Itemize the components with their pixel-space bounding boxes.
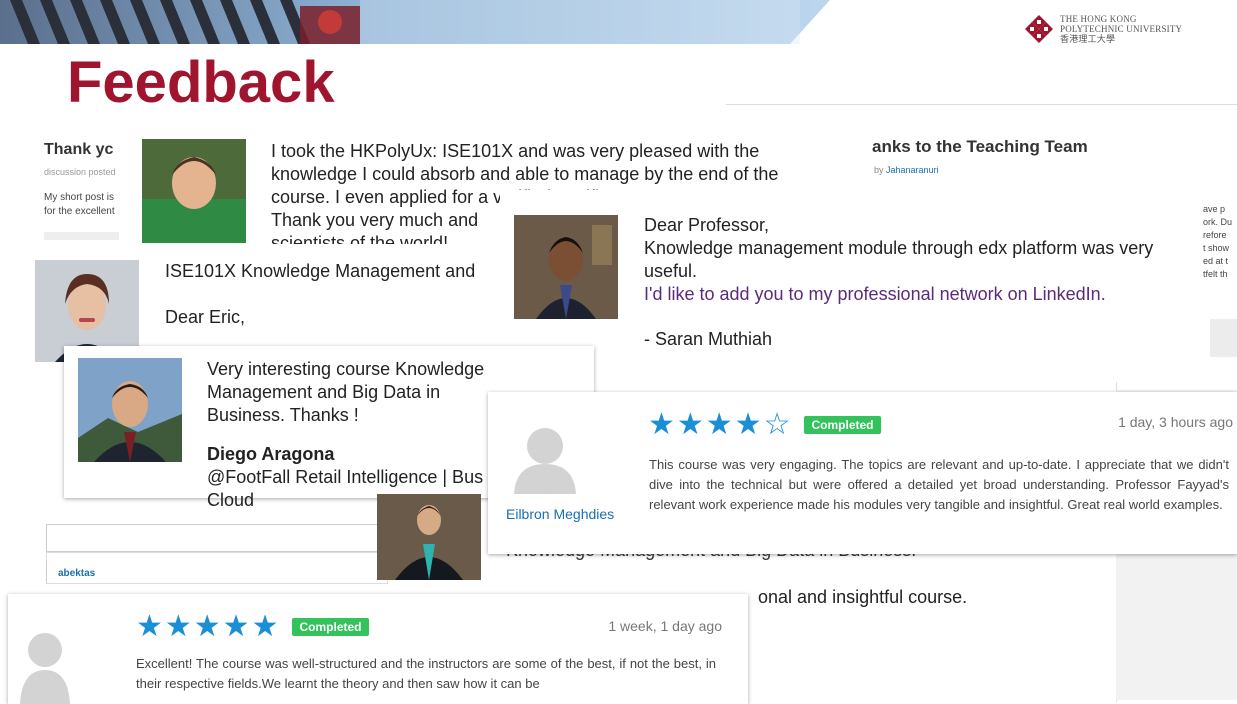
avatar <box>20 633 70 704</box>
photo-diego <box>78 358 182 462</box>
person-photo-icon <box>142 139 246 243</box>
bg-post-left: Thank yc discussion posted My short post… <box>36 128 146 240</box>
bg-post-right-box <box>1210 319 1237 357</box>
university-name-line2: Polytechnic University <box>1060 24 1183 34</box>
person-photo-icon <box>514 215 618 319</box>
by-label: by <box>874 165 884 175</box>
eric-greeting: Dear Eric, <box>165 307 246 327</box>
snippet-line: refore <box>1203 230 1227 240</box>
reply-input[interactable] <box>46 524 388 552</box>
text-line: useful. <box>644 261 698 281</box>
text-line: I took the HKPolyUx: ISE101X and was ver… <box>271 141 760 161</box>
bg-post-left-meta: discussion posted <box>44 167 116 177</box>
photo-saran <box>514 215 618 319</box>
bg-post-left-line2: for the excellent <box>44 206 115 217</box>
username-link[interactable]: abektas <box>58 568 95 579</box>
photo-student-1 <box>142 139 246 243</box>
status-badge: Completed <box>804 416 881 434</box>
header-banner <box>0 0 830 44</box>
bg-post-left-title[interactable]: Thank yc <box>44 141 113 159</box>
polyu-logo-icon <box>1025 15 1053 43</box>
eric-course-line: ISE101X Knowledge Management and <box>165 261 476 281</box>
photo-man-suit <box>377 494 481 580</box>
text-line: Knowledge management module through edx … <box>644 238 1154 258</box>
star-rating-icon: ★★★★☆ <box>648 408 793 441</box>
snippet-line: tfelt th <box>1203 269 1228 279</box>
review-timestamp: 1 day, 3 hours ago <box>1118 414 1233 430</box>
text-line: knowledge I could absorb and able to man… <box>271 164 779 184</box>
review-text: This course was very engaging. The topic… <box>649 457 1229 512</box>
linkedin-text: I'd like to add you to my professional n… <box>644 284 1106 304</box>
snippet-line: ed at t <box>1203 256 1229 266</box>
university-name-chinese: 香港理工大學 <box>1060 34 1116 44</box>
snippet-line: t show <box>1203 243 1230 253</box>
university-name-line1: The Hong Kong <box>1060 14 1137 24</box>
snippet-line: ave p <box>1203 204 1226 214</box>
bg-post-right-byline: by Jahanaranuri <box>874 165 939 175</box>
reviewer-name-link[interactable]: Eilbron Meghdies <box>506 506 614 522</box>
testimonial-saran: Dear Professor, Knowledge management mod… <box>500 190 1200 350</box>
status-badge: Completed <box>292 618 369 636</box>
signature: - Saran Muthiah <box>644 329 773 346</box>
university-name: The Hong Kong Polytechnic University 香港理… <box>1060 14 1182 44</box>
bg-post-right-title[interactable]: anks to the Teaching Team <box>872 137 1088 157</box>
bg-post-left-line1: My short post is <box>44 192 115 203</box>
review-text: Excellent! The course was well-structure… <box>136 656 716 691</box>
saran-text: Dear Professor, Knowledge management mod… <box>644 214 1194 346</box>
review-timestamp: 1 week, 1 day ago <box>608 618 722 634</box>
bg-post-left-bar <box>44 232 119 240</box>
bg-post-right-snippet: ave p ork. Du refore t show ed at t tfel… <box>1203 203 1232 281</box>
snippet-line: ork. Du <box>1203 217 1233 227</box>
person-photo-icon <box>78 358 182 462</box>
bg-post-bottom-text: onal and insightful course. <box>758 587 968 607</box>
person-photo-icon <box>377 494 481 580</box>
divider <box>46 560 47 582</box>
review-card-eilbron: Eilbron Meghdies ★★★★☆ Completed 1 day, … <box>488 392 1237 554</box>
text-line: Dear Professor, <box>644 215 770 235</box>
avatar <box>514 428 576 494</box>
university-logo: The Hong Kong Polytechnic University 香港理… <box>1024 14 1182 44</box>
reply-box <box>46 552 388 584</box>
review-header: ★★★★☆ Completed <box>648 410 881 440</box>
page-title: Feedback <box>67 50 335 115</box>
review-header: ★★★★★ Completed <box>136 612 369 642</box>
review-card-bottom: ★★★★★ Completed 1 week, 1 day ago Excell… <box>8 594 748 704</box>
author-link[interactable]: Jahanaranuri <box>886 165 939 175</box>
star-rating-icon: ★★★★★ <box>136 610 281 643</box>
